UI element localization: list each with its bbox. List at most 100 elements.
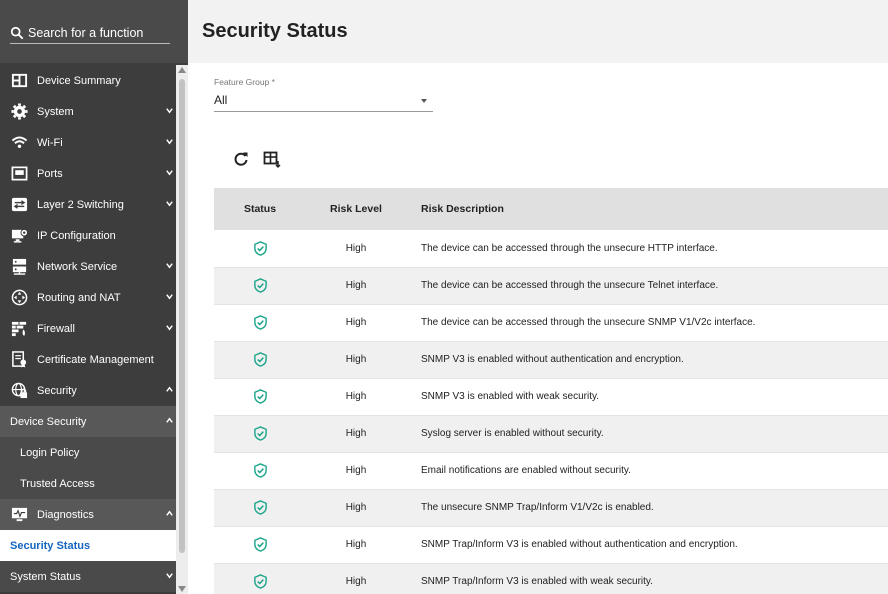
column-header-status[interactable]: Status [214, 188, 306, 230]
sidebar-item-security[interactable]: Security [0, 375, 176, 406]
sidebar-item-wifi[interactable]: Wi-Fi [0, 127, 176, 158]
sidebar-item-label: Routing and NAT [37, 291, 121, 304]
shield-check-icon [253, 278, 267, 293]
sidebar-item-login-policy[interactable]: Login Policy [0, 437, 176, 468]
risk-level-cell: High [306, 304, 406, 342]
sidebar-item-label: Device Summary [37, 74, 121, 87]
sidebar-menu: Device Summary System Wi-Fi Ports Layer … [0, 65, 176, 592]
risk-description-cell: The unsecure SNMP Trap/Inform V1/V2c is … [406, 489, 888, 527]
switch-icon [11, 197, 27, 212]
table-row[interactable]: High SNMP Trap/Inform V3 is enabled witho… [214, 526, 888, 564]
search-box: Search for a function [0, 0, 188, 63]
risk-description-cell: SNMP Trap/Inform V3 is enabled without a… [406, 526, 888, 564]
sidebar-item-system[interactable]: System [0, 96, 176, 127]
sidebar-item-trusted-access[interactable]: Trusted Access [0, 468, 176, 499]
sidebar-item-layer2-switching[interactable]: Layer 2 Switching [0, 189, 176, 220]
status-cell [214, 563, 306, 594]
shield-check-icon [253, 352, 267, 367]
chevron-down-icon [166, 573, 173, 579]
table-header-row: Status Risk Level Risk Description [214, 188, 888, 230]
table-row[interactable]: High The device can be accessed through t… [214, 267, 888, 305]
wifi-icon [11, 136, 27, 148]
sidebar-item-network-service[interactable]: Network Service [0, 251, 176, 282]
page-header: Security Status [188, 0, 888, 63]
sidebar-item-label: Security [37, 384, 77, 397]
refresh-icon[interactable] [232, 150, 250, 168]
sidebar-scrollbar[interactable] [176, 65, 188, 594]
sidebar-item-routing-nat[interactable]: Routing and NAT [0, 282, 176, 313]
chevron-down-icon [166, 294, 173, 300]
sidebar-item-device-summary[interactable]: Device Summary [0, 65, 176, 96]
shield-check-icon [253, 574, 267, 589]
table-row[interactable]: High The device can be accessed through t… [214, 304, 888, 342]
shield-check-icon [253, 537, 267, 552]
column-header-risk-description[interactable]: Risk Description [406, 188, 888, 230]
table-row[interactable]: High Syslog server is enabled without sec… [214, 415, 888, 453]
security-status-table: Status Risk Level Risk Description High T… [214, 188, 888, 594]
status-cell [214, 341, 306, 379]
column-settings-icon[interactable] [263, 150, 281, 168]
sidebar-item-ip-configuration[interactable]: IP Configuration [0, 220, 176, 251]
feature-group-value: All [214, 93, 228, 107]
sidebar-item-label: Diagnostics [37, 508, 94, 521]
search-placeholder: Search for a function [28, 25, 144, 40]
column-header-risk-level[interactable]: Risk Level [306, 188, 406, 230]
shield-check-icon [253, 500, 267, 515]
device-summary-icon [11, 73, 27, 88]
sidebar-item-label: Device Security [10, 415, 87, 428]
risk-description-cell: The device can be accessed through the u… [406, 230, 888, 268]
status-cell [214, 378, 306, 416]
routing-icon [11, 289, 27, 306]
search-input[interactable]: Search for a function [10, 22, 170, 44]
chevron-up-icon [166, 386, 173, 392]
table-row[interactable]: High SNMP Trap/Inform V3 is enabled with … [214, 563, 888, 594]
scroll-up-arrow[interactable] [178, 67, 186, 73]
risk-description-cell: Syslog server is enabled without securit… [406, 415, 888, 453]
table-row[interactable]: High The device can be accessed through t… [214, 230, 888, 268]
sidebar-item-firewall[interactable]: Firewall [0, 313, 176, 344]
ip-config-icon [11, 228, 28, 243]
certificate-icon [11, 351, 26, 368]
firewall-icon [11, 321, 26, 337]
sidebar-item-label: Network Service [37, 260, 118, 273]
chevron-down-icon [166, 325, 173, 331]
risk-description-cell: The device can be accessed through the u… [406, 267, 888, 305]
scroll-down-arrow[interactable] [178, 586, 186, 592]
security-icon [11, 382, 27, 399]
sidebar-item-certificate-management[interactable]: Certificate Management [0, 344, 176, 375]
table-row[interactable]: High The unsecure SNMP Trap/Inform V1/V2c… [214, 489, 888, 527]
status-cell [214, 230, 306, 268]
shield-check-icon [253, 315, 267, 330]
chevron-up-icon [166, 417, 173, 423]
feature-group-label: Feature Group * [214, 77, 275, 87]
gear-icon [10, 103, 28, 120]
chevron-down-icon [166, 263, 173, 269]
table-row[interactable]: High Email notifications are enabled with… [214, 452, 888, 490]
risk-level-cell: High [306, 267, 406, 305]
sidebar-item-label: System [37, 105, 74, 118]
shield-check-icon [253, 426, 267, 441]
search-icon [10, 26, 24, 39]
feature-group-select[interactable]: All [214, 90, 433, 112]
sidebar-item-security-status[interactable]: Security Status [0, 530, 176, 561]
sidebar-item-label: Wi-Fi [37, 136, 63, 149]
sidebar-item-label: Firewall [37, 322, 75, 335]
sidebar-item-diagnostics[interactable]: Diagnostics [0, 499, 176, 530]
sidebar-item-label: System Status [10, 570, 81, 583]
sidebar-item-ports[interactable]: Ports [0, 158, 176, 189]
chevron-down-icon [166, 139, 173, 145]
risk-description-cell: The device can be accessed through the u… [406, 304, 888, 342]
sidebar-item-label: Certificate Management [37, 353, 154, 366]
shield-check-icon [253, 463, 267, 478]
sidebar-item-device-security[interactable]: Device Security [0, 406, 176, 437]
table-row[interactable]: High SNMP V3 is enabled without authentic… [214, 341, 888, 379]
risk-level-cell: High [306, 378, 406, 416]
table-row[interactable]: High SNMP V3 is enabled with weak securit… [214, 378, 888, 416]
status-cell [214, 526, 306, 564]
status-cell [214, 489, 306, 527]
port-icon [11, 166, 27, 181]
scrollbar-thumb[interactable] [179, 79, 185, 553]
main-content: Security Status Feature Group * All Stat… [188, 0, 888, 594]
risk-level-cell: High [306, 230, 406, 268]
sidebar-item-system-status[interactable]: System Status [0, 561, 176, 592]
